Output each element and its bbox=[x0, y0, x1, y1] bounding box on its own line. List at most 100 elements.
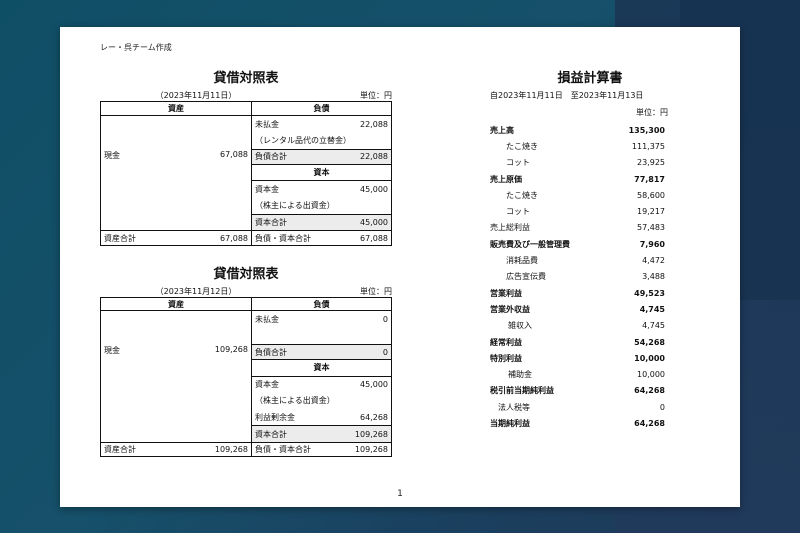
list-item: 営業利益 49,523 bbox=[490, 285, 665, 301]
item-label: 税引前当期純利益 bbox=[490, 386, 554, 396]
row-value: 0 bbox=[382, 347, 388, 357]
list-item: 補助金 10,000 bbox=[490, 366, 665, 382]
item-value: 7,960 bbox=[639, 239, 665, 249]
liab-cap-total-label: 負債・資本合計 bbox=[255, 444, 311, 454]
section-header: 資本 bbox=[252, 165, 391, 182]
row-label: 資本合計 bbox=[255, 429, 287, 439]
item-label: 売上高 bbox=[490, 125, 514, 135]
section-header: 資本 bbox=[252, 360, 391, 377]
row-value: 22,088 bbox=[360, 119, 388, 129]
item-value: 4,745 bbox=[642, 321, 665, 331]
item-value: 54,268 bbox=[634, 337, 665, 347]
item-label: たこ焼き bbox=[506, 190, 538, 200]
balance-sheet-1-date: （2023年11月11日） bbox=[155, 91, 237, 100]
cash-label: 現金 bbox=[104, 150, 120, 160]
income-statement-title: 損益計算書 bbox=[557, 71, 623, 86]
item-label: 広告宣伝費 bbox=[506, 272, 546, 282]
item-value: 58,600 bbox=[637, 190, 665, 200]
item-label: たこ焼き bbox=[506, 141, 538, 151]
item-label: 当期純利益 bbox=[490, 418, 530, 428]
liab-cap-total-row: 負債・資本合計 67,088 bbox=[252, 231, 391, 245]
liability-capital-column: 未払金 0 負債合計 0 資本 資本金 45,000 （株主による出資金） 利益剰余金 64,26… bbox=[252, 311, 391, 442]
asset-total-value: 109,268 bbox=[214, 444, 248, 454]
cash-row: 現金 109,268 bbox=[104, 345, 248, 356]
list-item: 売上総利益 57,483 bbox=[490, 220, 665, 236]
asset-total-row: 資産合計 109,268 bbox=[101, 442, 252, 456]
list-item: 売上原価 77,817 bbox=[490, 171, 665, 187]
row-label: 負債合計 bbox=[255, 152, 287, 162]
subtotal-row: 負債合計 22,088 bbox=[252, 148, 391, 165]
row-label: 負債合計 bbox=[255, 347, 287, 357]
balance-sheet-2-table: 資産 負債 現金 109,268 未払金 0 負債合計 0 資本 資本金 45,000 （株主… bbox=[100, 297, 392, 457]
cash-value: 109,268 bbox=[214, 345, 248, 355]
liab-cap-total-value: 109,268 bbox=[354, 444, 388, 454]
item-label: 特別利益 bbox=[490, 353, 522, 363]
list-item: たこ焼き 111,375 bbox=[490, 138, 665, 154]
liability-header: 負債 bbox=[313, 299, 330, 309]
income-statement-unit: 単位：円 bbox=[636, 108, 668, 117]
liab-cap-total-row: 負債・資本合計 109,268 bbox=[252, 443, 391, 456]
list-item: 経常利益 54,268 bbox=[490, 334, 665, 350]
table-row bbox=[252, 328, 391, 344]
liab-cap-total-value: 67,088 bbox=[360, 233, 388, 243]
row-value: 45,000 bbox=[360, 380, 388, 390]
page-number: 1 bbox=[397, 489, 403, 499]
table-row: （レンタル品代の立替金） bbox=[252, 132, 391, 148]
table-footer: 資産合計 67,088 負債・資本合計 67,088 bbox=[101, 230, 391, 245]
item-value: 64,268 bbox=[634, 418, 665, 428]
balance-sheet-1-table: 資産 負債 現金 67,088 未払金 22,088 （レンタル品代の立替金） 負債合… bbox=[100, 101, 392, 246]
cash-row: 現金 67,088 bbox=[104, 150, 248, 161]
item-value: 49,523 bbox=[634, 288, 665, 298]
table-row: （株主による出資金） bbox=[252, 393, 391, 409]
list-item: 営業外収益 4,745 bbox=[490, 301, 665, 317]
table-row: 資本金 45,000 bbox=[252, 377, 391, 393]
list-item: 雑収入 4,745 bbox=[490, 318, 665, 334]
subtotal-row: 資本合計 109,268 bbox=[252, 425, 391, 442]
row-label: 資本金 bbox=[255, 184, 279, 194]
item-value: 4,472 bbox=[642, 256, 665, 266]
document-page: レー・呉チーム作成 貸借対照表 （2023年11月11日） 単位：円 資産 負債… bbox=[60, 27, 740, 507]
item-label: 雑収入 bbox=[508, 321, 532, 331]
table-row: 資本金 45,000 bbox=[252, 181, 391, 197]
table-footer: 資産合計 109,268 負債・資本合計 109,268 bbox=[101, 441, 391, 456]
table-row: 利益剰余金 64,268 bbox=[252, 409, 391, 425]
row-value: 109,268 bbox=[354, 429, 388, 439]
asset-column: 現金 109,268 bbox=[101, 311, 252, 442]
row-label: 資本合計 bbox=[255, 217, 287, 227]
row-label: 未払金 bbox=[255, 119, 279, 129]
item-label: 消耗品費 bbox=[506, 256, 538, 266]
list-item: 消耗品費 4,472 bbox=[490, 252, 665, 268]
item-value: 3,488 bbox=[642, 272, 665, 282]
list-item: たこ焼き 58,600 bbox=[490, 187, 665, 203]
table-row: （株主による出資金） bbox=[252, 197, 391, 213]
row-label: 資本 bbox=[313, 363, 330, 373]
liab-cap-total-label: 負債・資本合計 bbox=[255, 233, 311, 243]
list-item: 特別利益 10,000 bbox=[490, 350, 665, 366]
asset-header: 資産 bbox=[101, 102, 252, 115]
item-label: 補助金 bbox=[508, 370, 532, 380]
list-item: 広告宣伝費 3,488 bbox=[490, 269, 665, 285]
item-label: コット bbox=[506, 207, 530, 217]
table-header: 資産 負債 bbox=[101, 102, 391, 116]
list-item: 当期純利益 64,268 bbox=[490, 415, 665, 431]
row-value: 22,088 bbox=[360, 152, 388, 162]
author-note: レー・呉チーム作成 bbox=[100, 43, 172, 52]
asset-total-label: 資産合計 bbox=[104, 444, 136, 454]
asset-header: 資産 bbox=[101, 298, 252, 311]
item-value: 10,000 bbox=[634, 353, 665, 363]
row-label: （レンタル品代の立替金） bbox=[255, 135, 351, 145]
list-item: 販売費及び一般管理費 7,960 bbox=[490, 236, 665, 252]
item-label: 売上総利益 bbox=[490, 223, 530, 233]
item-value: 135,300 bbox=[628, 125, 665, 135]
list-item: コット 23,925 bbox=[490, 155, 665, 171]
list-item: 売上高 135,300 bbox=[490, 122, 665, 138]
item-label: 法人税等 bbox=[498, 402, 530, 412]
item-label: 販売費及び一般管理費 bbox=[490, 239, 570, 249]
item-label: 売上原価 bbox=[490, 174, 522, 184]
balance-sheet-2-title: 貸借対照表 bbox=[213, 267, 279, 282]
table-row: 未払金 22,088 bbox=[252, 116, 391, 132]
table-header: 資産 負債 bbox=[101, 298, 391, 312]
row-value: 0 bbox=[382, 314, 388, 324]
asset-total-row: 資産合計 67,088 bbox=[101, 231, 252, 245]
cash-label: 現金 bbox=[104, 346, 120, 356]
